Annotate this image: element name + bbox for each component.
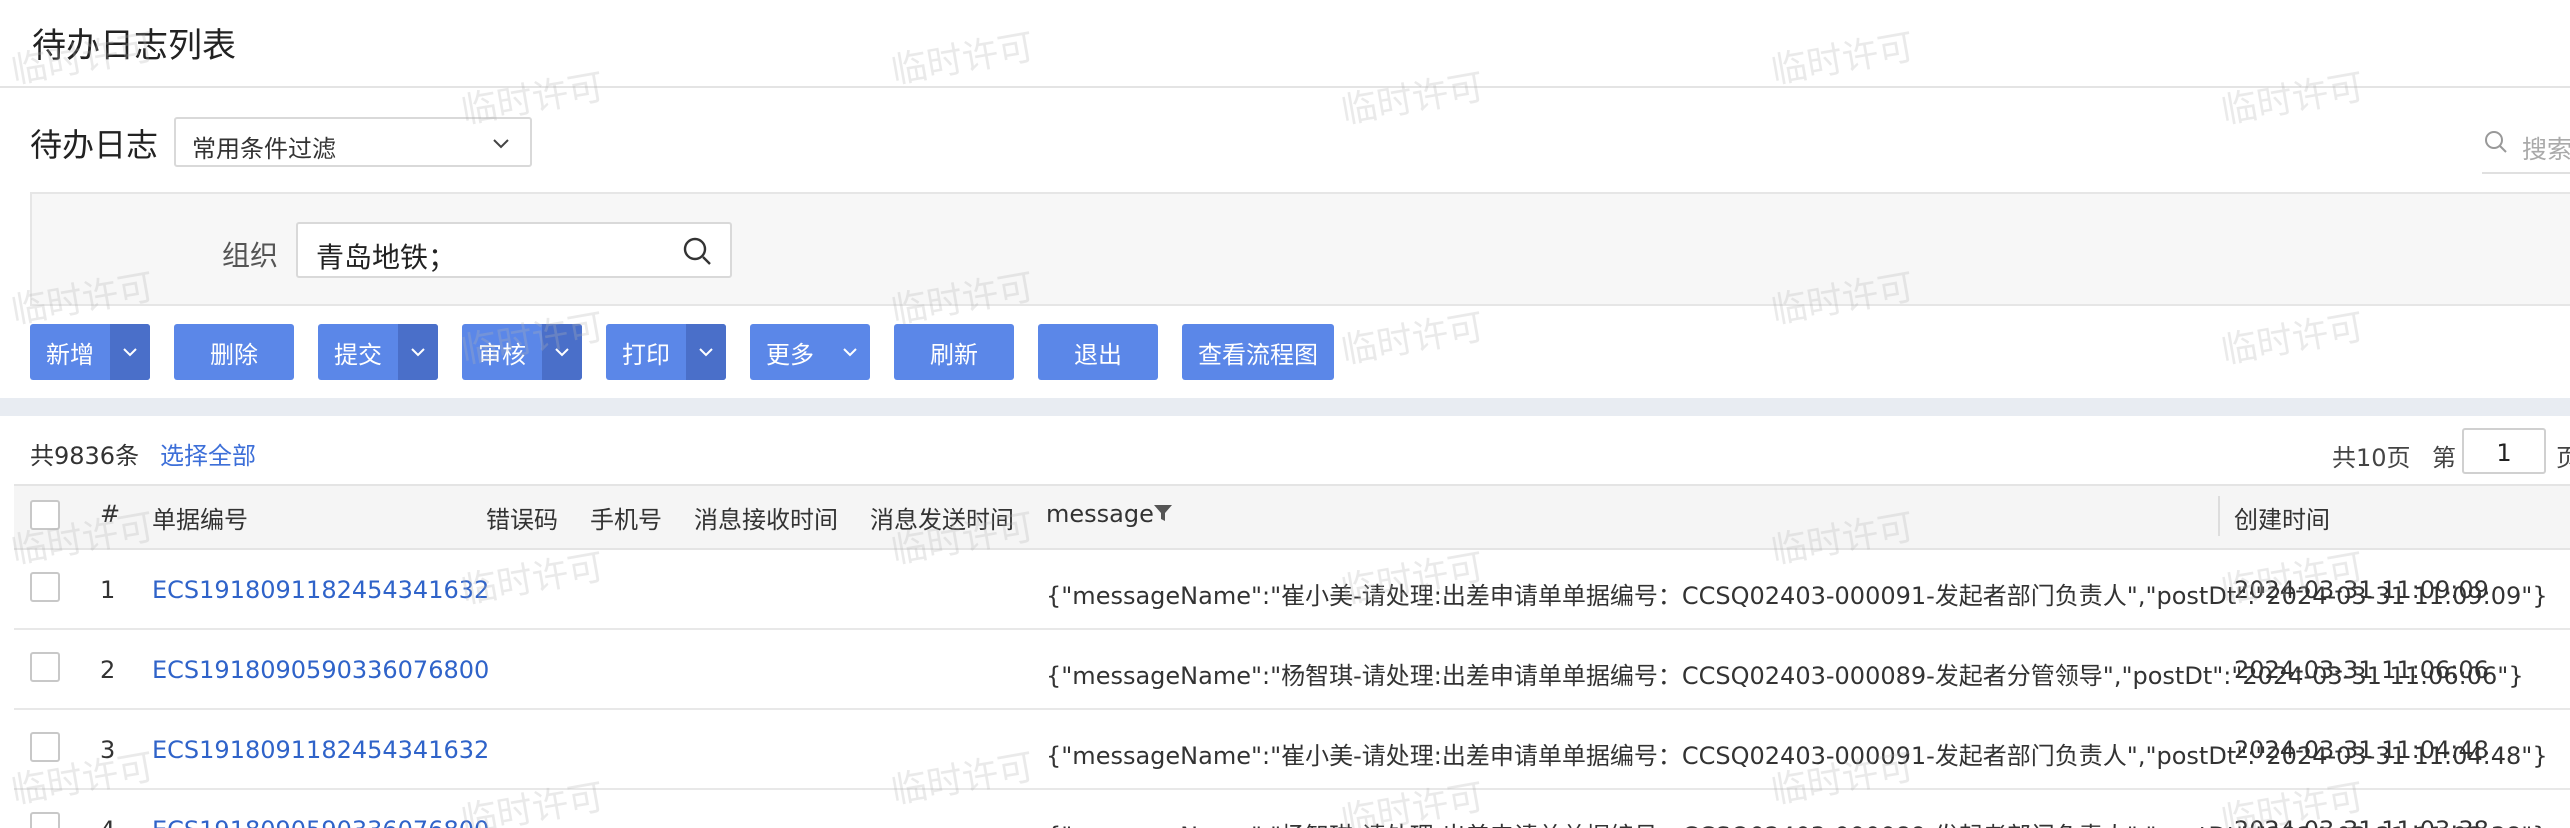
- watermark: 临时许可: [2218, 306, 2368, 373]
- row-checkbox[interactable]: [30, 572, 60, 602]
- print-button[interactable]: 打印: [606, 324, 726, 380]
- chevron-down-icon: [830, 324, 870, 380]
- chevron-down-icon[interactable]: [110, 324, 150, 380]
- org-input[interactable]: 青岛地铁；: [296, 222, 732, 278]
- chevron-down-icon: [490, 133, 512, 159]
- select-all-checkbox[interactable]: [30, 500, 60, 530]
- col-message[interactable]: message: [1046, 500, 1154, 528]
- row-index: 3: [100, 736, 116, 764]
- watermark: 临时许可: [888, 746, 1038, 813]
- col-error-code[interactable]: 错误码: [486, 500, 558, 535]
- more-button-label: 更多: [766, 340, 814, 369]
- created-time-cell: 2024-03-31 11:06:06: [2234, 656, 2489, 684]
- section-divider-band: [0, 398, 2570, 416]
- bill-no-link[interactable]: ECS1918090590336076800: [152, 656, 489, 684]
- filter-icon[interactable]: [1152, 502, 1174, 530]
- row-checkbox[interactable]: [30, 652, 60, 682]
- col-send-time[interactable]: 消息发送时间: [870, 500, 1014, 535]
- pager-suffix: 页: [2556, 444, 2570, 472]
- bill-no-link[interactable]: ECS1918090590336076800: [152, 816, 489, 828]
- search-placeholder: 搜索: [2522, 135, 2570, 164]
- org-label: 组织: [222, 239, 279, 272]
- chevron-down-icon[interactable]: [398, 324, 438, 380]
- created-time-cell: 2024-03-31 11:09:09: [2234, 576, 2489, 604]
- org-value: 青岛地铁；: [316, 241, 457, 274]
- exit-button[interactable]: 退出: [1038, 324, 1158, 380]
- title-divider: [0, 86, 2570, 88]
- search-underline: [2482, 172, 2570, 174]
- more-button[interactable]: 更多: [750, 324, 870, 380]
- bill-no-link[interactable]: ECS1918091182454341632: [152, 736, 489, 764]
- chevron-down-icon[interactable]: [686, 324, 726, 380]
- print-button-label: 打印: [622, 340, 670, 369]
- row-index: 1: [100, 576, 116, 604]
- row-checkbox[interactable]: [30, 732, 60, 762]
- row-index: 2: [100, 656, 116, 684]
- add-button[interactable]: 新增: [30, 324, 150, 380]
- col-index: #: [100, 500, 121, 528]
- condition-filter-value: 常用条件过滤: [192, 135, 336, 163]
- page-number-input[interactable]: 1: [2462, 428, 2546, 474]
- review-button-label: 审核: [478, 340, 526, 369]
- page-number-value: 1: [2496, 439, 2512, 467]
- delete-button[interactable]: 删除: [174, 324, 294, 380]
- condition-filter-select[interactable]: 常用条件过滤: [174, 117, 532, 167]
- watermark: 临时许可: [888, 26, 1038, 93]
- pager-total-pages: 共10页: [2332, 444, 2411, 472]
- bill-no-link[interactable]: ECS1918091182454341632: [152, 576, 489, 604]
- record-count: 共9836条: [30, 442, 140, 470]
- list-label: 待办日志: [30, 126, 159, 164]
- page-title: 待办日志列表: [32, 26, 236, 66]
- col-phone[interactable]: 手机号: [590, 500, 662, 535]
- col-recv-time[interactable]: 消息接收时间: [694, 500, 838, 535]
- refresh-button[interactable]: 刷新: [894, 324, 1014, 380]
- select-all-link[interactable]: 选择全部: [160, 436, 256, 471]
- submit-button[interactable]: 提交: [318, 324, 438, 380]
- search-icon: [2482, 128, 2510, 160]
- row-divider: [14, 788, 2570, 790]
- row-divider: [14, 628, 2570, 630]
- chevron-down-icon[interactable]: [542, 324, 582, 380]
- submit-button-label: 提交: [334, 340, 382, 369]
- review-button[interactable]: 审核: [462, 324, 582, 380]
- table-header: [14, 484, 2570, 550]
- watermark: 临时许可: [1768, 26, 1918, 93]
- created-time-cell: 2024-03-31 11:04:48: [2234, 736, 2489, 764]
- row-index: 4: [100, 816, 115, 828]
- search-icon[interactable]: [682, 236, 714, 272]
- watermark: 临时许可: [1338, 306, 1488, 373]
- add-button-label: 新增: [46, 340, 94, 369]
- watermark: 临时许可: [1338, 66, 1488, 133]
- col-bill-no[interactable]: 单据编号: [152, 500, 248, 535]
- row-divider: [14, 708, 2570, 710]
- row-checkbox[interactable]: [30, 812, 60, 828]
- watermark: 临时许可: [2218, 66, 2368, 133]
- pager-prefix: 第: [2432, 444, 2456, 472]
- column-divider[interactable]: [2218, 496, 2220, 536]
- created-time-cell: 2024-03-31 11:03:38: [2234, 816, 2489, 828]
- view-flow-button[interactable]: 查看流程图: [1182, 324, 1334, 380]
- col-created[interactable]: 创建时间: [2234, 500, 2330, 535]
